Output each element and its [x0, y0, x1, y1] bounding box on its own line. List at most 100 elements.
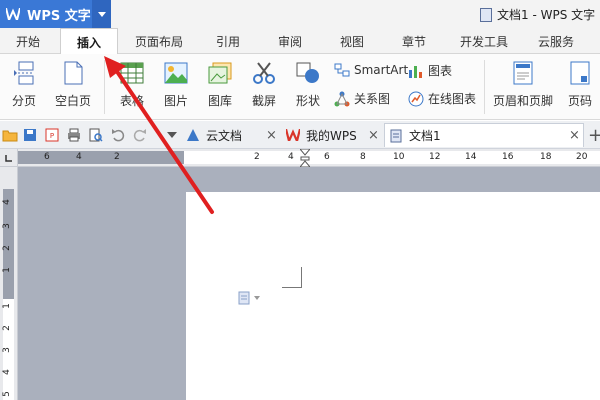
export-pdf-icon[interactable]: P — [44, 127, 60, 143]
ruler-tick: 4 — [1, 199, 12, 205]
ruler-tick: 10 — [393, 152, 405, 162]
quick-access-bar: P 云文档 × 我的WPS × 文档1 × + — [0, 121, 600, 149]
tab-start[interactable]: 开始 — [0, 28, 56, 54]
blank-page-icon — [61, 60, 85, 86]
gallery-button[interactable]: 图库 — [200, 60, 240, 109]
paste-options-icon[interactable] — [238, 290, 264, 306]
title-bar: WPS 文字 文档1 - WPS 文字 — [0, 0, 600, 28]
print-preview-icon[interactable] — [88, 127, 104, 143]
blank-page-label: 空白页 — [54, 94, 91, 108]
open-folder-icon[interactable] — [2, 127, 18, 143]
cloud-icon — [186, 128, 200, 142]
add-tab-icon[interactable]: + — [588, 125, 600, 146]
page-break-icon — [12, 60, 36, 86]
ruler-tick: 4 — [76, 152, 82, 162]
table-button[interactable]: 表格 — [112, 60, 152, 109]
page-break-button[interactable]: 分页 — [4, 60, 44, 109]
margin-corner-mark — [282, 267, 302, 288]
picture-icon — [164, 60, 188, 86]
tab-insert[interactable]: 插入 — [60, 28, 118, 55]
redo-icon[interactable] — [132, 127, 148, 143]
ruler-tick: 5 — [1, 391, 12, 397]
menu-tab-bar: 开始 插入 页面布局 引用 审阅 视图 章节 开发工具 云服务 — [0, 28, 600, 55]
ruler-tick: 1 — [1, 303, 12, 309]
chart-label: 图表 — [428, 64, 453, 78]
screenshot-button[interactable]: 截屏 — [244, 60, 284, 109]
online-chart-button[interactable]: 在线图表 — [408, 90, 476, 107]
ruler-tick: 14 — [465, 152, 477, 162]
header-footer-icon — [511, 60, 535, 86]
page-number-icon — [568, 60, 592, 86]
relation-chart-button[interactable]: 关系图 — [334, 90, 390, 107]
ruler-tick: 12 — [429, 152, 441, 162]
document-icon — [480, 7, 492, 22]
close-icon[interactable]: × — [569, 128, 580, 143]
page-number-label: 页码 — [567, 94, 592, 108]
doc-tab-my-wps[interactable]: 我的WPS × — [286, 123, 384, 147]
ruler-tick: 2 — [1, 325, 12, 331]
table-icon — [120, 60, 144, 86]
chart-icon — [408, 63, 424, 79]
smartart-button[interactable]: SmartArt — [334, 62, 408, 78]
smartart-icon — [334, 62, 350, 78]
blank-page-button[interactable]: 空白页 — [46, 60, 100, 109]
ruler-tick: 20 — [576, 152, 588, 162]
smartart-label: SmartArt — [354, 63, 409, 77]
document-icon — [389, 129, 403, 143]
ruler-tick: 2 — [114, 152, 120, 162]
chart-button[interactable]: 图表 — [408, 62, 452, 79]
ribbon-separator — [484, 60, 485, 114]
svg-text:P: P — [50, 132, 54, 140]
document-workspace: 6 4 2 2 4 6 8 10 12 14 16 18 20 4 3 2 1 … — [0, 148, 600, 400]
scissors-icon — [252, 60, 276, 86]
shapes-button[interactable]: 形状 — [288, 60, 328, 109]
ruler-left-margin — [18, 151, 184, 164]
online-chart-icon — [408, 91, 424, 107]
ruler-tick: 2 — [254, 152, 260, 162]
close-icon[interactable]: × — [266, 128, 277, 143]
table-label: 表格 — [119, 94, 144, 108]
doc-tab-cloud[interactable]: 云文档 × — [186, 123, 282, 147]
ruler-tick: 3 — [1, 223, 12, 229]
shapes-icon — [296, 60, 320, 86]
customize-dropdown-icon[interactable] — [164, 127, 180, 143]
ruler-tick: 18 — [540, 152, 552, 162]
save-icon[interactable] — [22, 127, 38, 143]
picture-label: 图片 — [163, 94, 188, 108]
screenshot-label: 截屏 — [251, 94, 276, 108]
picture-button[interactable]: 图片 — [156, 60, 196, 109]
ribbon-separator — [104, 60, 105, 114]
tab-view[interactable]: 视图 — [324, 28, 380, 54]
doc-tab-label: 文档1 — [409, 129, 441, 143]
indent-marker-icon[interactable] — [298, 148, 312, 168]
header-footer-label: 页眉和页脚 — [492, 94, 553, 108]
close-icon[interactable]: × — [368, 128, 379, 143]
app-menu-dropdown-icon[interactable] — [92, 0, 111, 28]
ruler-tick: 6 — [324, 152, 330, 162]
tab-section[interactable]: 章节 — [386, 28, 442, 54]
tab-references[interactable]: 引用 — [200, 28, 256, 54]
tab-review[interactable]: 审阅 — [262, 28, 318, 54]
undo-icon[interactable] — [110, 127, 126, 143]
ruler-tick: 6 — [44, 152, 50, 162]
header-footer-button[interactable]: 页眉和页脚 — [490, 60, 556, 109]
ruler-text-area — [184, 151, 600, 164]
tab-page-layout[interactable]: 页面布局 — [124, 28, 194, 54]
page-number-button[interactable]: 页码 — [562, 60, 598, 109]
app-menu-button[interactable]: WPS 文字 — [0, 0, 111, 28]
tab-developer[interactable]: 开发工具 — [446, 28, 522, 54]
shapes-label: 形状 — [295, 94, 320, 108]
tab-cloud-service[interactable]: 云服务 — [526, 28, 586, 54]
online-chart-label: 在线图表 — [428, 92, 477, 106]
print-icon[interactable] — [66, 127, 82, 143]
doc-tab-label: 我的WPS — [306, 128, 357, 143]
ruler-tick: 8 — [360, 152, 366, 162]
document-page[interactable] — [186, 192, 600, 400]
vertical-ruler[interactable]: 4 3 2 1 1 2 3 4 5 — [0, 167, 18, 400]
ruler-corner-tab-stop[interactable] — [0, 149, 18, 167]
ruler-tick: 3 — [1, 347, 12, 353]
horizontal-ruler[interactable]: 6 4 2 2 4 6 8 10 12 14 16 18 20 — [18, 148, 600, 168]
doc-tab-document1[interactable]: 文档1 × — [384, 123, 584, 147]
relation-chart-icon — [334, 91, 350, 107]
relation-chart-label: 关系图 — [354, 92, 391, 106]
